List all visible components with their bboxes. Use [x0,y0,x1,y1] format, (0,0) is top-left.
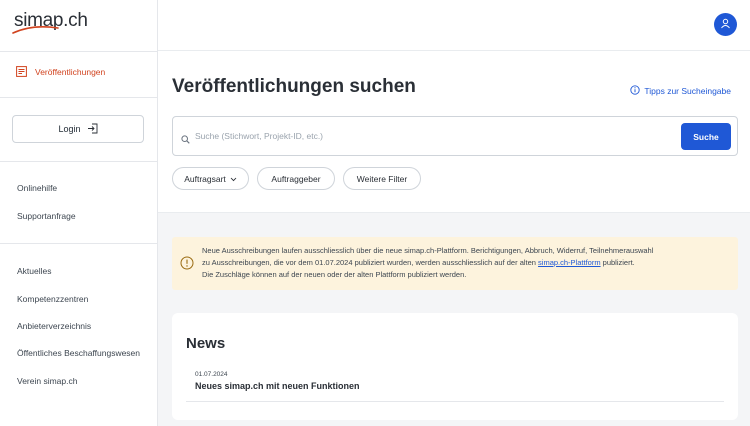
search-tips-label: Tipps zur Sucheingabe [644,86,731,96]
sidebar-divider [0,161,158,162]
sidebar-link-aktuelles[interactable]: Aktuelles [17,266,52,276]
filter-auftraggeber-button[interactable]: Auftraggeber [257,167,335,190]
login-label: Login [58,124,81,134]
logo-swoosh-icon [12,26,59,34]
notice-line-1: Neue Ausschreibungen laufen ausschliessl… [202,246,654,255]
sidebar-link-kompetenzzentren[interactable]: Kompetenzzentren [17,294,88,304]
sidebar-item-veroeffentlichungen[interactable]: Veröffentlichungen [16,66,105,77]
sidebar-item-label: Veröffentlichungen [35,66,106,77]
notice-line-2-text: zu Ausschreibungen, die vor dem 01.07.20… [202,258,539,267]
warning-circle-icon [180,256,194,275]
login-button[interactable]: Login [12,115,144,143]
filter-label: Weitere Filter [356,173,408,184]
chevron-down-icon [230,174,237,184]
old-platform-link[interactable]: simap.ch-Plattform [538,258,601,267]
news-heading: News [186,335,226,352]
search-section: Veröffentlichungen suchen Tipps zur Such… [158,51,750,213]
search-tips-link[interactable]: Tipps zur Sucheingabe [630,85,731,97]
notice-line-2: zu Ausschreibungen, die vor dem 01.07.20… [202,257,732,269]
main-content: Neue Ausschreibungen laufen ausschliessl… [158,213,750,426]
notice-line-3: Die Zuschläge können auf der neuen oder … [202,270,467,279]
news-item-title[interactable]: Neues simap.ch mit neuen Funktionen [195,381,360,391]
top-bar [158,0,750,51]
sidebar-divider [0,243,158,244]
notice-line-2-end: publiziert. [600,258,635,267]
user-icon [720,16,731,34]
sidebar-divider [0,51,158,52]
news-item-date: 01.07.2024 [195,371,228,378]
search-input[interactable] [195,125,665,147]
user-avatar-button[interactable] [714,13,737,36]
filter-label: Auftraggeber [271,173,321,184]
document-list-icon [16,66,27,77]
filter-weitere-button[interactable]: Weitere Filter [343,167,421,190]
notice-text: Neue Ausschreibungen laufen ausschliessl… [202,245,732,281]
sidebar-divider [0,97,158,98]
simap-logo[interactable]: simap.ch [12,10,112,38]
filter-label: Auftragsart [184,173,226,184]
filter-auftragsart-dropdown[interactable]: Auftragsart [172,167,249,190]
notice-banner: Neue Ausschreibungen laufen ausschliessl… [172,237,738,290]
search-box: Suche [172,116,738,156]
search-icon [181,131,190,149]
news-divider [186,401,724,402]
news-card: News 01.07.2024 Neues simap.ch mit neuen… [172,313,738,420]
sidebar-link-supportanfrage[interactable]: Supportanfrage [17,211,76,221]
info-icon [630,85,641,97]
sidebar-link-beschaffungswesen[interactable]: Öffentliches Beschaffungswesen [17,348,140,358]
page-title: Veröffentlichungen suchen [172,76,416,97]
search-button[interactable]: Suche [681,123,731,150]
login-icon [87,123,98,136]
sidebar: simap.ch Veröffentlichungen Login Online… [0,0,158,426]
sidebar-link-verein[interactable]: Verein simap.ch [17,376,77,386]
sidebar-link-anbieterverzeichnis[interactable]: Anbieterverzeichnis [17,321,91,331]
sidebar-link-onlinehilfe[interactable]: Onlinehilfe [17,183,57,193]
